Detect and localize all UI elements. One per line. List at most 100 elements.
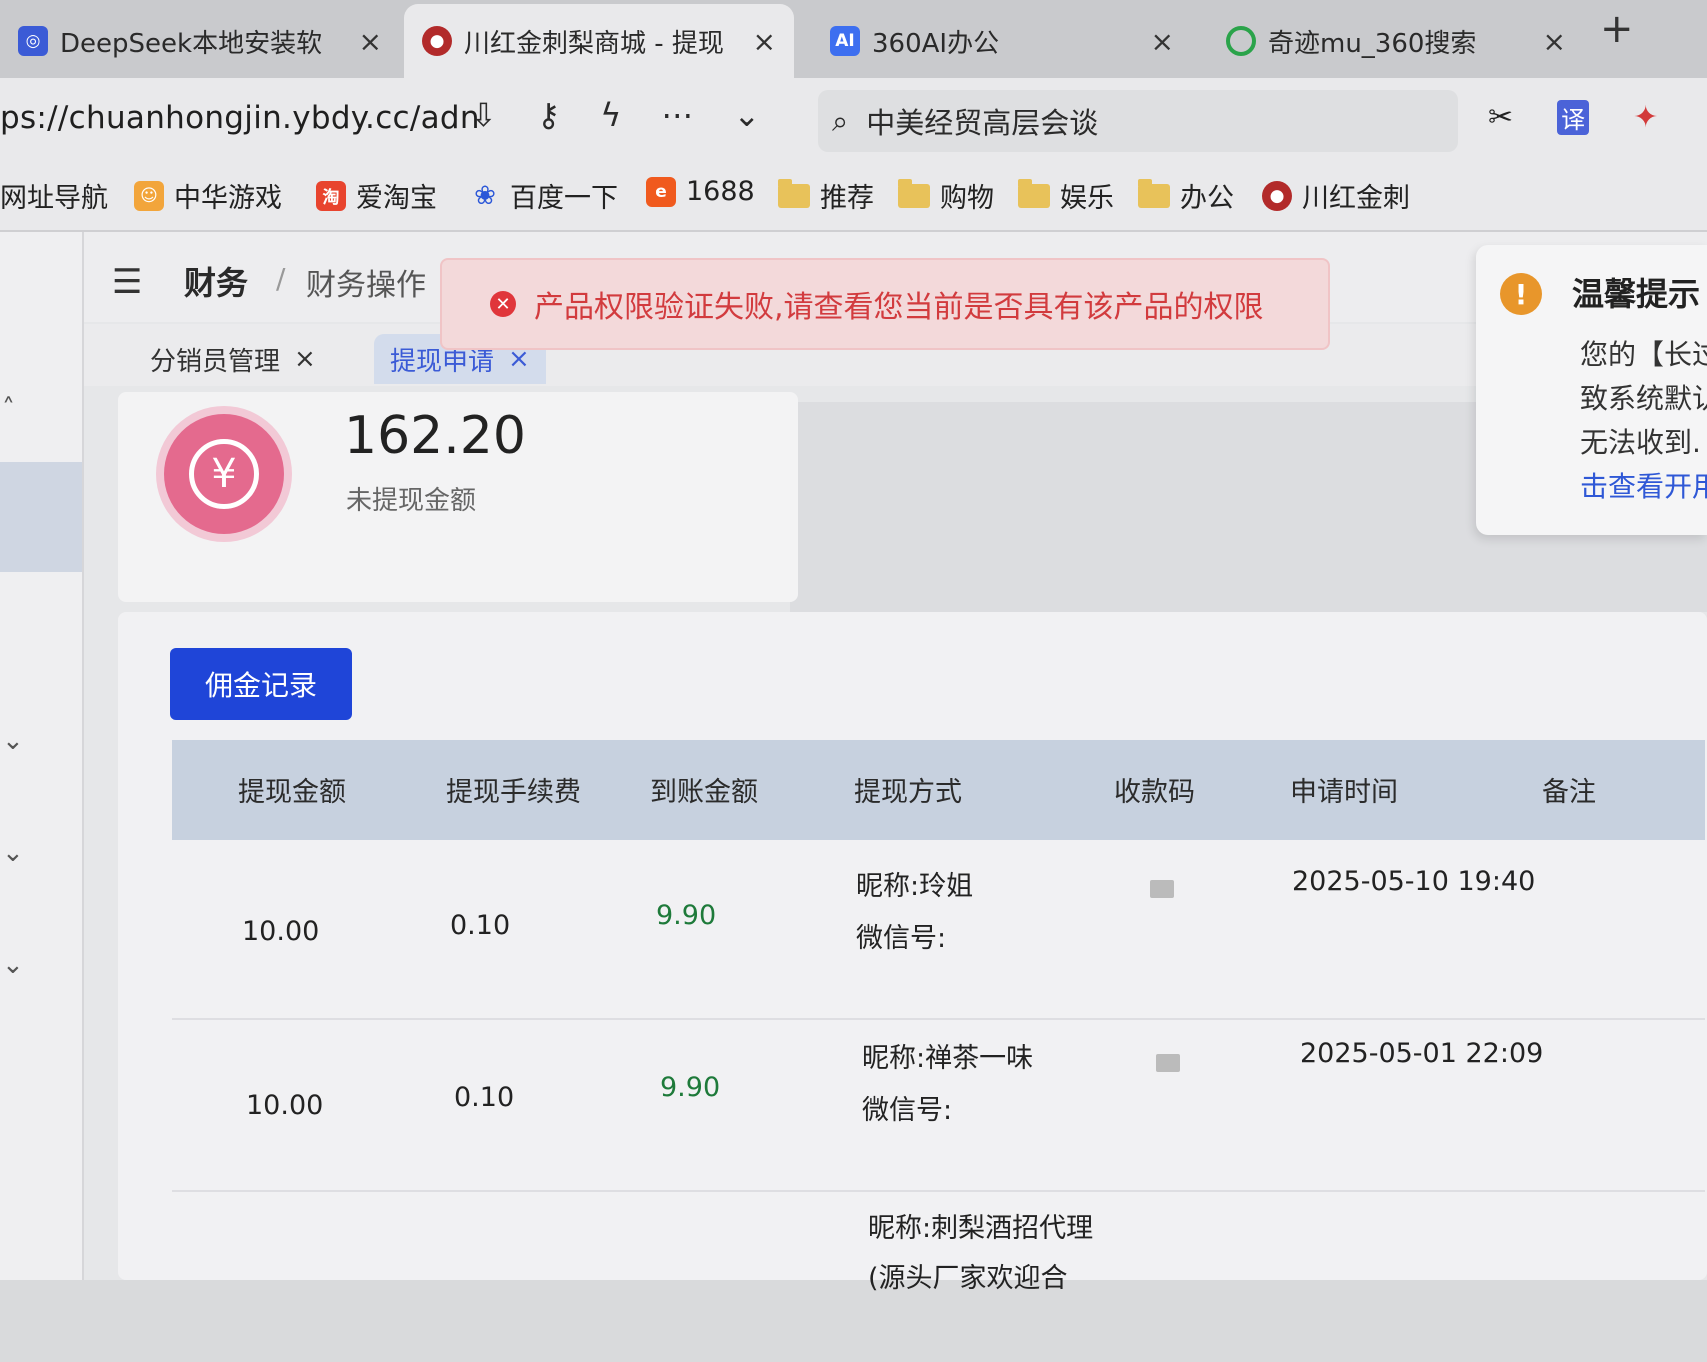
- table-row[interactable]: 10.00 0.10 9.90 昵称:禅茶一味 微信号: 2025-05-01 …: [172, 1020, 1705, 1192]
- sidebar: ˄ ⌄ ⌄ ⌄: [0, 232, 84, 1280]
- cell-method-wechat: 微信号:: [862, 1095, 953, 1126]
- bookmark-item[interactable]: 淘爱淘宝: [316, 176, 437, 215]
- cell-method-nickname: 昵称:禅茶一味: [862, 1043, 1034, 1074]
- chevron-down-icon[interactable]: ⌄: [2, 726, 24, 756]
- address-actions: ⇩ ⚷ ϟ ⋯ ⌄: [470, 96, 760, 134]
- tab-label: 360AI办公: [872, 28, 1000, 59]
- game-icon: ☺: [134, 180, 164, 211]
- error-toast: ✕ 产品权限验证失败,请查看您当前是否具有该产品的权限: [440, 258, 1330, 350]
- breadcrumb-root[interactable]: 财务: [184, 258, 248, 304]
- browser-tab-deepseek[interactable]: ◎ DeepSeek本地安装软 ×: [0, 4, 400, 78]
- bookmark-item[interactable]: ❀ 百度一下: [470, 176, 618, 215]
- column-header: 到账金额: [650, 777, 758, 808]
- notice-line: 无法收到.: [1580, 426, 1701, 459]
- cell-amount: 10.00: [242, 916, 320, 947]
- column-header: 收款码: [1114, 777, 1195, 808]
- 1688-icon: e: [646, 176, 676, 207]
- cell-received: 9.90: [660, 1072, 721, 1103]
- cell-amount: 10.00: [246, 1090, 324, 1121]
- cell-received: 9.90: [656, 900, 717, 931]
- browser-tab-360ai[interactable]: AI 360AI办公 ×: [812, 4, 1192, 78]
- notice-title: 温馨提示: [1572, 275, 1701, 313]
- column-header: 备注: [1542, 777, 1596, 808]
- tab-label: 川红金刺梨商城 - 提现: [464, 28, 724, 59]
- install-app-icon[interactable]: ⇩: [470, 96, 497, 134]
- yuan-coin-icon: ¥: [164, 414, 284, 534]
- close-icon[interactable]: ×: [294, 344, 316, 374]
- tab-label: 奇迹mu_360搜索: [1268, 28, 1477, 59]
- key-icon[interactable]: ⚷: [537, 96, 560, 134]
- tab-label: DeepSeek本地安装软: [60, 28, 323, 59]
- chevron-down-icon[interactable]: ⌄: [733, 96, 760, 134]
- scissors-icon[interactable]: ✂: [1488, 100, 1513, 135]
- more-icon[interactable]: ⋯: [661, 96, 693, 134]
- new-tab-button[interactable]: +: [1600, 6, 1634, 52]
- browser-tab-360search[interactable]: 奇迹mu_360搜索 ×: [1208, 4, 1584, 78]
- cell-fee: 0.10: [454, 1082, 515, 1113]
- folder-icon: [898, 178, 930, 208]
- 360-search-icon: [1226, 26, 1256, 56]
- notice-link[interactable]: 击查看开用: [1580, 465, 1707, 505]
- cell-method-nickname: 昵称:玲姐: [856, 871, 974, 902]
- close-tab-icon[interactable]: ×: [1543, 25, 1566, 58]
- bookmark-folder[interactable]: 娱乐: [1018, 176, 1114, 215]
- folder-icon: [1138, 178, 1170, 208]
- sidebar-item-active[interactable]: [0, 462, 82, 572]
- tab-distributor-management[interactable]: 分销员管理 ×: [134, 334, 332, 384]
- search-text: 中美经贸高层会谈: [866, 106, 1099, 140]
- ai-badge-icon: AI: [830, 26, 860, 56]
- chevron-down-icon[interactable]: ⌄: [2, 950, 24, 980]
- shop-logo-icon: ●: [1262, 180, 1292, 211]
- bookmark-item[interactable]: 网址导航: [0, 176, 108, 215]
- chevron-down-icon[interactable]: ⌄: [2, 838, 24, 868]
- column-header: 申请时间: [1290, 777, 1398, 808]
- bookmark-folder[interactable]: 购物: [898, 176, 994, 215]
- folder-icon: [778, 178, 810, 208]
- cell-method-wechat: (源头厂家欢迎合: [868, 1263, 1068, 1294]
- commission-records-button[interactable]: 佣金记录: [170, 648, 352, 720]
- cell-method-wechat: 微信号:: [856, 923, 947, 954]
- bookmark-item[interactable]: ☺ 中华游戏: [134, 176, 282, 215]
- balance-label: 未提现金额: [346, 486, 477, 516]
- withdraw-table: 佣金记录 提现金额 提现手续费 到账金额 提现方式 收款码 申请时间 备注 10…: [118, 612, 1707, 1294]
- balance-amount: 162.20: [344, 406, 526, 466]
- menu-toggle-icon[interactable]: ☰: [112, 262, 142, 302]
- table-row[interactable]: 昵称:刺梨酒招代理 (源头厂家欢迎合: [172, 1192, 1705, 1362]
- search-input[interactable]: ⌕ 中美经贸高层会谈: [818, 90, 1458, 152]
- bookmark-folder[interactable]: 推荐: [778, 176, 874, 215]
- toolbar-icons: ✂ 译 ✦: [1488, 100, 1658, 135]
- close-tab-icon[interactable]: ×: [1151, 25, 1174, 58]
- browser-tab-shop-withdraw[interactable]: ● 川红金刺梨商城 - 提现 ×: [404, 4, 794, 78]
- cell-fee: 0.10: [450, 910, 511, 941]
- table-header: 提现金额 提现手续费 到账金额 提现方式 收款码 申请时间 备注: [172, 740, 1705, 840]
- bookmark-item[interactable]: ● 川红金刺: [1262, 176, 1410, 215]
- table-row[interactable]: 10.00 0.10 9.90 昵称:玲姐 微信号: 2025-05-10 19…: [172, 848, 1705, 1020]
- browser-tabstrip: ◎ DeepSeek本地安装软 × ● 川红金刺梨商城 - 提现 × AI 36…: [0, 0, 1707, 78]
- breadcrumb-separator: /: [276, 262, 286, 295]
- lightning-icon[interactable]: ϟ: [600, 96, 621, 134]
- column-header: 提现手续费: [446, 777, 581, 808]
- url-field[interactable]: ps://chuanhongjin.ybdy.cc/adn: [0, 100, 480, 136]
- chevron-up-icon[interactable]: ˄: [2, 394, 15, 424]
- warning-icon: !: [1500, 273, 1542, 315]
- bookmark-folder[interactable]: 办公: [1138, 176, 1234, 215]
- bookmarks-bar: 网址导航 ☺ 中华游戏 淘爱淘宝 ❀ 百度一下 e 1688 推荐 购物 娱乐 办公 …: [0, 166, 1707, 232]
- notice-line: 致系统默认: [1580, 382, 1707, 415]
- taobao-icon: 淘: [316, 180, 346, 211]
- close-tab-icon[interactable]: ×: [359, 25, 382, 58]
- column-header: 提现金额: [238, 777, 346, 808]
- error-message: 产品权限验证失败,请查看您当前是否具有该产品的权限: [534, 290, 1264, 325]
- bookmark-item[interactable]: e 1688: [646, 176, 755, 207]
- qr-code-icon[interactable]: [1156, 1054, 1180, 1072]
- cell-time: 2025-05-01 22:09: [1300, 1038, 1544, 1069]
- breadcrumb-child[interactable]: 财务操作: [306, 260, 426, 304]
- shop-logo-icon: ●: [422, 26, 452, 56]
- translate-icon[interactable]: 译: [1557, 100, 1590, 135]
- baidu-paw-icon: ❀: [474, 180, 496, 211]
- game-controller-icon[interactable]: ✦: [1633, 100, 1658, 135]
- balance-card: ¥ 162.20 未提现金额: [118, 392, 798, 602]
- cell-time: 2025-05-10 19:40: [1292, 866, 1536, 897]
- close-tab-icon[interactable]: ×: [753, 25, 776, 58]
- notice-popup: ! 温馨提示 您的【长过 致系统默认 无法收到. 击查看开用: [1476, 245, 1707, 535]
- qr-code-icon[interactable]: [1150, 880, 1174, 898]
